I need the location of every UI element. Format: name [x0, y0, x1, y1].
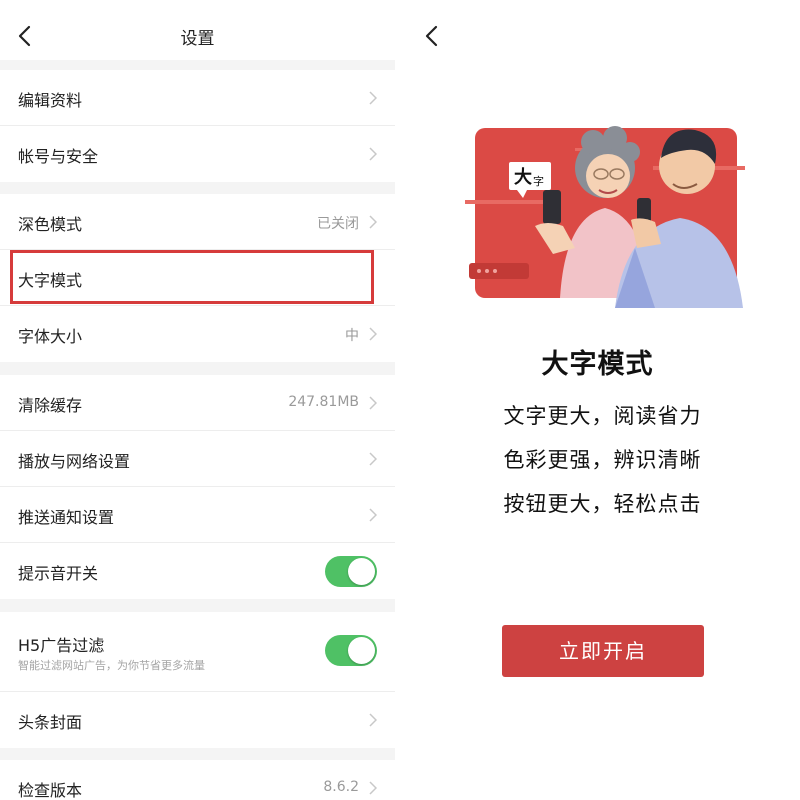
enable-now-button[interactable]: 立即开启 [502, 625, 704, 677]
settings-item-value: 247.81MB [288, 394, 359, 410]
chevron-right-icon [369, 215, 377, 229]
promo-title: 大字模式 [541, 349, 654, 380]
settings-item-label: 深色模式 [18, 215, 83, 234]
settings-item-label: 大字模式 [18, 271, 83, 290]
page-title: 设置 [180, 29, 215, 49]
settings-item-label: H5广告过滤 [18, 636, 105, 655]
ad-filter-toggle-switch[interactable] [325, 635, 377, 666]
settings-item-dark-mode[interactable]: 深色模式 已关闭 [0, 194, 395, 250]
feature-line-1: 文字更大，阅读省力 [503, 404, 702, 428]
large-font-screen: 大 字 大字模式 文字更大，阅读省力 色彩更强，辨识清晰 按钮更大，轻松点击 立… [395, 0, 800, 800]
settings-item-clear-cache[interactable]: 清除缓存 247.81MB [0, 375, 395, 431]
settings-group-content: H5广告过滤 智能过滤网站广告，为你节省更多流量 头条封面 [0, 612, 395, 748]
settings-item-h5-ad-filter: H5广告过滤 智能过滤网站广告，为你节省更多流量 [0, 612, 395, 692]
settings-group-display: 深色模式 已关闭 大字模式 字体大小 中 [0, 194, 395, 362]
settings-screen: 设置 编辑资料 帐号与安全 深色模式 已关闭 大字模式 字体大小 中 清除缓存 … [0, 0, 395, 800]
settings-item-label: 头条封面 [18, 713, 83, 732]
settings-item-headline-cover[interactable]: 头条封面 [0, 692, 395, 748]
chevron-right-icon [369, 508, 377, 522]
settings-item-value: 8.6.2 [323, 779, 359, 795]
settings-item-account-security[interactable]: 帐号与安全 [0, 126, 395, 182]
toggle-knob [348, 558, 375, 585]
chevron-right-icon [369, 781, 377, 795]
settings-item-label: 帐号与安全 [18, 147, 99, 166]
settings-item-label: 提示音开关 [18, 564, 99, 583]
settings-item-value: 中 [345, 328, 359, 344]
settings-item-playback-network[interactable]: 播放与网络设置 [0, 431, 395, 487]
settings-header: 设置 [0, 0, 395, 60]
settings-item-value: 已关闭 [317, 216, 359, 232]
chevron-right-icon [369, 452, 377, 466]
settings-item-sublabel: 智能过滤网站广告，为你节省更多流量 [18, 659, 205, 672]
badge-small-text: 字 [533, 174, 544, 188]
settings-item-label: 清除缓存 [18, 396, 83, 415]
chevron-right-icon [369, 396, 377, 410]
chevron-right-icon [369, 713, 377, 727]
settings-item-push-notifications[interactable]: 推送通知设置 [0, 487, 395, 543]
chevron-right-icon [369, 147, 377, 161]
settings-item-label: 字体大小 [18, 327, 83, 346]
settings-item-label: 推送通知设置 [18, 508, 115, 527]
settings-group-account: 编辑资料 帐号与安全 [0, 70, 395, 182]
chevron-right-icon [369, 327, 377, 341]
settings-group-general: 清除缓存 247.81MB 播放与网络设置 推送通知设置 提示音开关 [0, 375, 395, 599]
settings-item-check-version[interactable]: 检查版本 8.6.2 [0, 760, 395, 800]
settings-group-about: 检查版本 8.6.2 [0, 760, 395, 800]
back-icon[interactable] [421, 22, 443, 50]
settings-item-label: 编辑资料 [18, 91, 83, 110]
badge-main-text: 大 [514, 166, 532, 188]
settings-item-label: 检查版本 [18, 781, 83, 800]
chevron-right-icon [369, 91, 377, 105]
toggle-knob [348, 637, 375, 664]
settings-item-sound-toggle: 提示音开关 [0, 543, 395, 599]
settings-item-edit-profile[interactable]: 编辑资料 [0, 70, 395, 126]
elderly-couple-illustration: 大 字 [465, 126, 745, 308]
feature-line-2: 色彩更强，辨识清晰 [503, 448, 702, 472]
settings-item-large-font-mode[interactable]: 大字模式 [0, 250, 395, 306]
feature-line-3: 按钮更大，轻松点击 [503, 492, 702, 516]
settings-item-font-size[interactable]: 字体大小 中 [0, 306, 395, 362]
settings-item-label: 播放与网络设置 [18, 452, 131, 471]
sound-toggle-switch[interactable] [325, 556, 377, 587]
